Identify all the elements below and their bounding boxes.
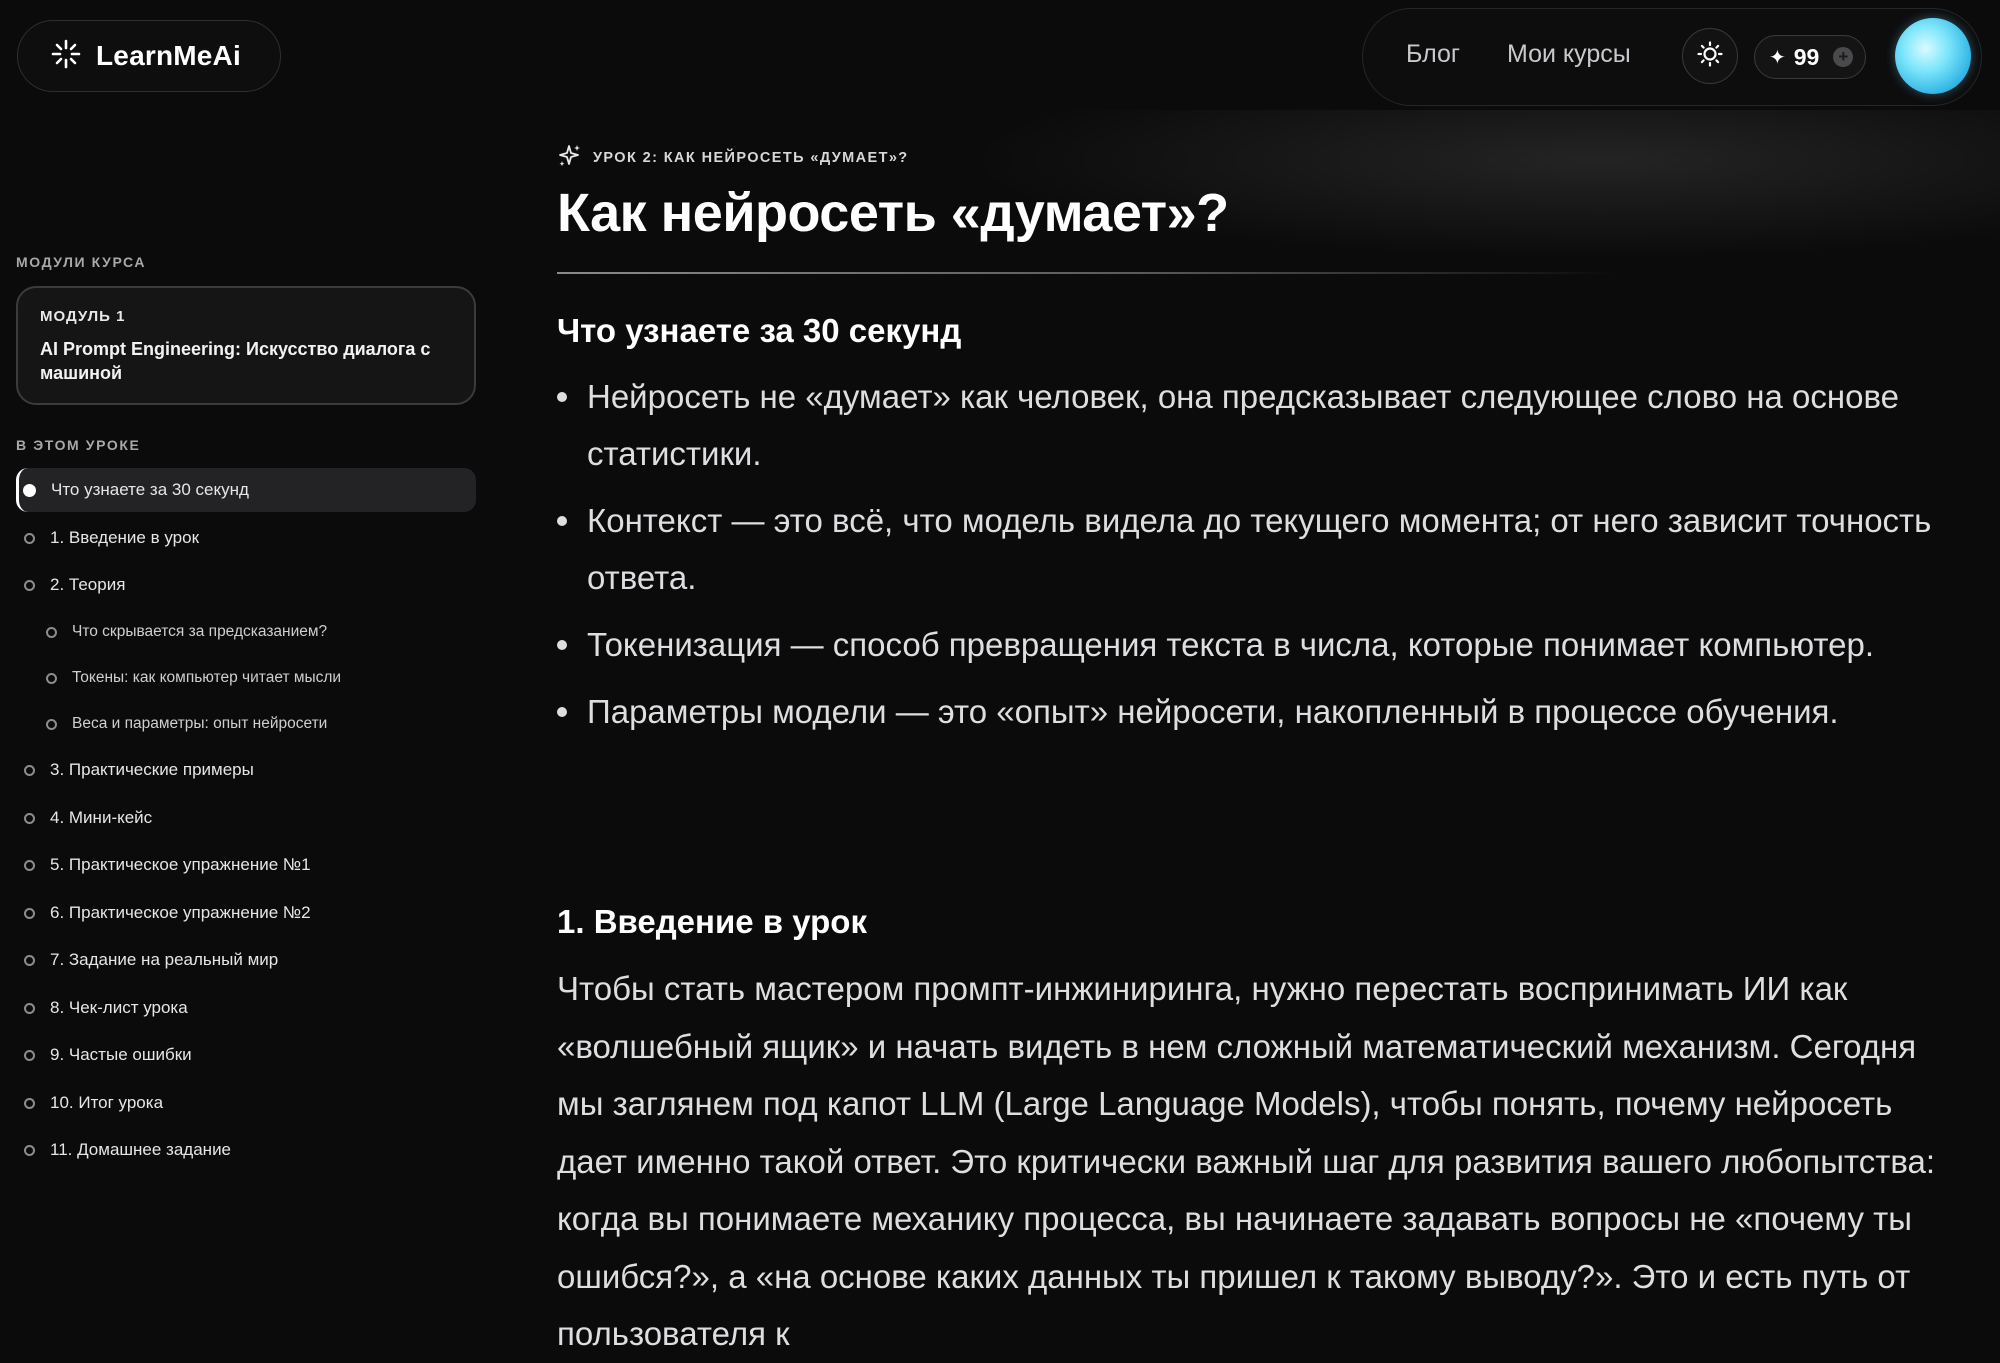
module-title: AI Prompt Engineering: Искусство диалога… [40,339,431,383]
credits-count: 99 [1793,43,1820,70]
list-item: Контекст — это всё, что модель видела до… [557,492,1947,606]
toc-dot-icon [23,483,36,497]
toc-dot-icon [46,626,57,638]
toc-item-common-mistakes[interactable]: 9. Частые ошибки [16,1033,476,1077]
toc-label: 6. Практическое упражнение №2 [50,903,311,922]
sparkles-icon [557,143,583,173]
page-title: Как нейросеть «думает»? [557,183,1229,243]
add-credits-icon[interactable]: + [1833,47,1854,67]
toc-item-exercise-1[interactable]: 5. Практическое упражнение №1 [16,843,476,887]
toc-subitem-tokens[interactable]: Токены: как компьютер читает мысли [16,656,476,700]
toc-item-intro[interactable]: 1. Введение в урок [16,516,476,560]
toc-label: 8. Чек-лист урока [50,998,188,1017]
toc-dot-icon [24,859,35,871]
toc-item-summary[interactable]: Что узнаете за 30 секунд [16,468,476,512]
module-card[interactable]: МОДУЛЬ 1 AI Prompt Engineering: Искусств… [16,286,476,405]
avatar[interactable] [1895,18,1971,94]
toc-item-examples[interactable]: 3. Практические примеры [16,748,476,792]
intro-paragraph: Чтобы стать мастером промпт-инжиниринга,… [557,970,1936,1352]
toc-item-mini-case[interactable]: 4. Мини-кейс [16,796,476,840]
nav-link-blog[interactable]: Блог [1406,40,1460,69]
modules-label: МОДУЛИ КУРСА [16,254,147,270]
toc-dot-icon [24,907,35,919]
toc-label: 11. Домашнее задание [50,1140,232,1159]
module-number: МОДУЛЬ 1 [40,308,126,325]
toc-subitem-weights[interactable]: Веса и параметры: опыт нейросети [16,702,476,746]
toc-subitem-prediction[interactable]: Что скрывается за предсказанием? [16,610,476,654]
intro-heading: 1. Введение в урок [557,903,867,940]
toc-item-real-world-task[interactable]: 7. Задание на реальный мир [16,938,476,982]
toc-dot-icon [24,1144,35,1156]
toc-dot-icon [24,954,35,966]
toc-dot-icon [46,672,57,684]
toc-label: 3. Практические примеры [50,760,254,779]
toc-label: Что скрывается за предсказанием? [72,623,328,640]
toc-label: 5. Практическое упражнение №1 [50,855,311,874]
toc-dot-icon [24,764,35,776]
star-icon: ✦ [1769,46,1786,69]
breadcrumb-text: УРОК 2: КАК НЕЙРОСЕТЬ «ДУМАЕТ»? [593,150,909,166]
title-divider [557,272,1617,274]
lesson-label: В ЭТОМ УРОКЕ [16,437,141,453]
nav-link-my-courses[interactable]: Мои курсы [1507,40,1631,69]
toc-label: 1. Введение в урок [50,528,200,547]
toc-dot-icon [24,812,35,824]
toc-dot-icon [24,1002,35,1014]
toc-item-homework[interactable]: 11. Домашнее задание [16,1128,476,1172]
summary-heading: Что узнаете за 30 секунд [557,312,962,349]
toc-label: Веса и параметры: опыт нейросети [72,715,328,732]
toc-item-exercise-2[interactable]: 6. Практическое упражнение №2 [16,891,476,935]
toc-dot-icon [24,1049,35,1061]
toc-item-checklist[interactable]: 8. Чек-лист урока [16,986,476,1030]
logo-home-link[interactable]: LearnMeAi [17,20,281,92]
toc-label: 10. Итог урока [50,1093,164,1112]
toc-dot-icon [24,1097,35,1109]
sparkle-burst-icon [50,38,82,75]
list-item: Токенизация — способ превращения текста … [557,616,1947,673]
toc-dot-icon [24,532,35,544]
theme-toggle-button[interactable] [1682,28,1738,84]
brand-name: LearnMeAi [96,40,241,71]
toc-item-theory[interactable]: 2. Теория [16,563,476,607]
toc-item-summary-result[interactable]: 10. Итог урока [16,1081,476,1125]
list-item: Нейросеть не «думает» как человек, она п… [557,368,1947,482]
toc-label: 2. Теория [50,575,126,594]
list-item: Параметры модели — это «опыт» нейросети,… [557,683,1947,740]
toc-label: 9. Частые ошибки [50,1045,192,1064]
summary-list: Нейросеть не «думает» как человек, она п… [557,368,1947,750]
sun-icon [1696,40,1724,73]
toc-label: Токены: как компьютер читает мысли [72,669,342,686]
toc-label: 7. Задание на реальный мир [50,950,279,969]
toc-label: 4. Мини-кейс [50,808,153,827]
toc-label: Что узнаете за 30 секунд [51,480,249,499]
toc-dot-icon [46,718,57,730]
breadcrumb: УРОК 2: КАК НЕЙРОСЕТЬ «ДУМАЕТ»? [557,143,909,173]
credits-badge[interactable]: ✦ 99 + [1754,35,1866,79]
toc-dot-icon [24,579,35,591]
